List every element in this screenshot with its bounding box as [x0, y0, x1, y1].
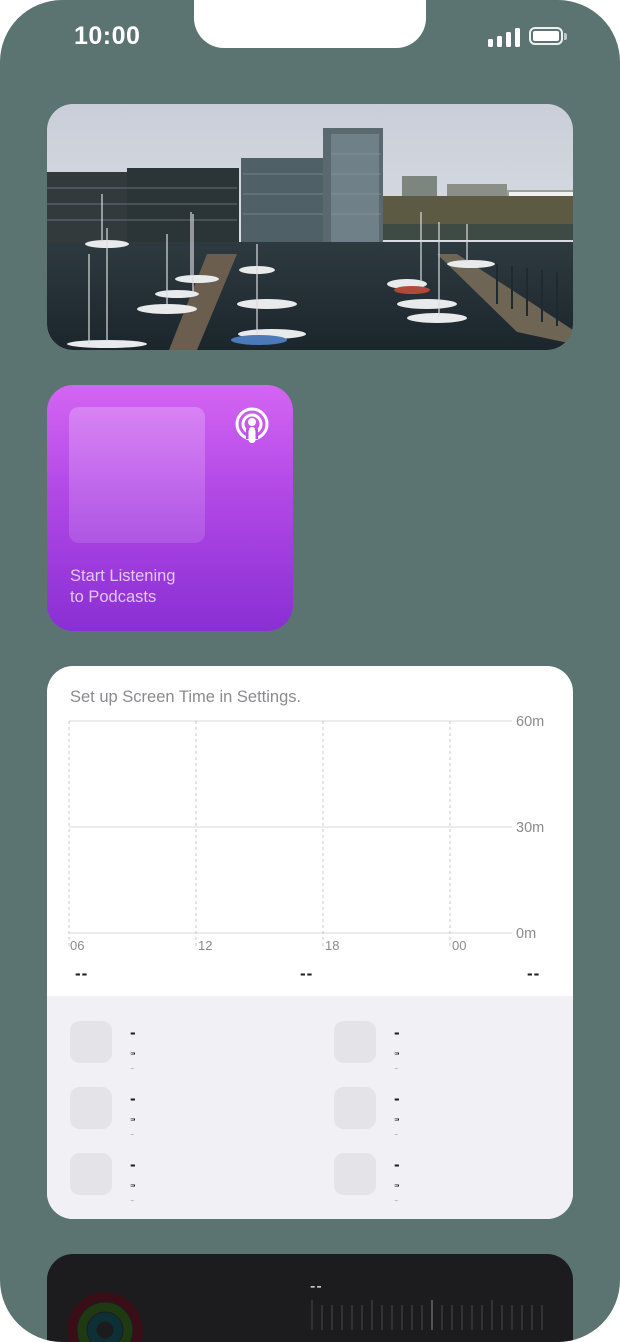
device-notch — [194, 0, 426, 48]
app-icon-placeholder — [334, 1153, 376, 1195]
status-time: 10:00 — [74, 22, 141, 50]
x-tick-06: 06 — [70, 938, 84, 953]
app-usage-list: -- -- -- -- -- -- -- -- -- -- -- -- — [47, 996, 573, 1219]
activity-hourly-chart — [311, 1300, 543, 1330]
summary-value-1: -- — [75, 964, 89, 983]
activity-widget[interactable]: -- — [47, 1254, 573, 1342]
summary-value-2: -- — [300, 964, 314, 983]
app-time: -- — [130, 1177, 136, 1207]
x-tick-00: 00 — [452, 938, 466, 953]
screen-time-widget[interactable]: Set up Screen Time in Settings. 60m 30m … — [47, 666, 573, 1219]
app-icon-placeholder — [334, 1021, 376, 1063]
podcasts-prompt: Start Listening to Podcasts — [70, 566, 175, 608]
podcast-artwork-placeholder — [69, 407, 205, 543]
app-icon-placeholder — [334, 1087, 376, 1129]
app-time: -- — [394, 1045, 400, 1075]
podcasts-prompt-line2: to Podcasts — [70, 588, 157, 606]
y-tick-60m: 60m — [516, 714, 544, 730]
cellular-signal-icon — [488, 27, 520, 47]
harbor-photo — [47, 104, 573, 350]
x-tick-18: 18 — [325, 938, 339, 953]
podcasts-widget[interactable]: Start Listening to Podcasts — [47, 385, 293, 631]
summary-value-3: -- — [527, 964, 541, 983]
app-icon-placeholder — [70, 1087, 112, 1129]
podcasts-icon — [235, 407, 269, 443]
y-tick-30m: 30m — [516, 820, 544, 836]
app-time: -- — [394, 1111, 400, 1141]
podcasts-prompt-line1: Start Listening — [70, 567, 176, 585]
app-time: -- — [394, 1177, 400, 1207]
app-icon-placeholder — [70, 1021, 112, 1063]
battery-icon — [529, 27, 567, 45]
app-time: -- — [130, 1045, 136, 1075]
photos-widget[interactable] — [47, 104, 573, 350]
home-screen: 10:00 Start Listening to Podcasts Set up… — [0, 0, 620, 1342]
app-time: -- — [130, 1111, 136, 1141]
y-tick-0m: 0m — [516, 926, 536, 942]
x-tick-12: 12 — [198, 938, 212, 953]
app-icon-placeholder — [70, 1153, 112, 1195]
screen-time-chart: 60m 30m 0m 06 12 18 00 — [68, 714, 544, 953]
activity-value: -- — [310, 1278, 323, 1295]
activity-rings-icon — [67, 1292, 143, 1342]
